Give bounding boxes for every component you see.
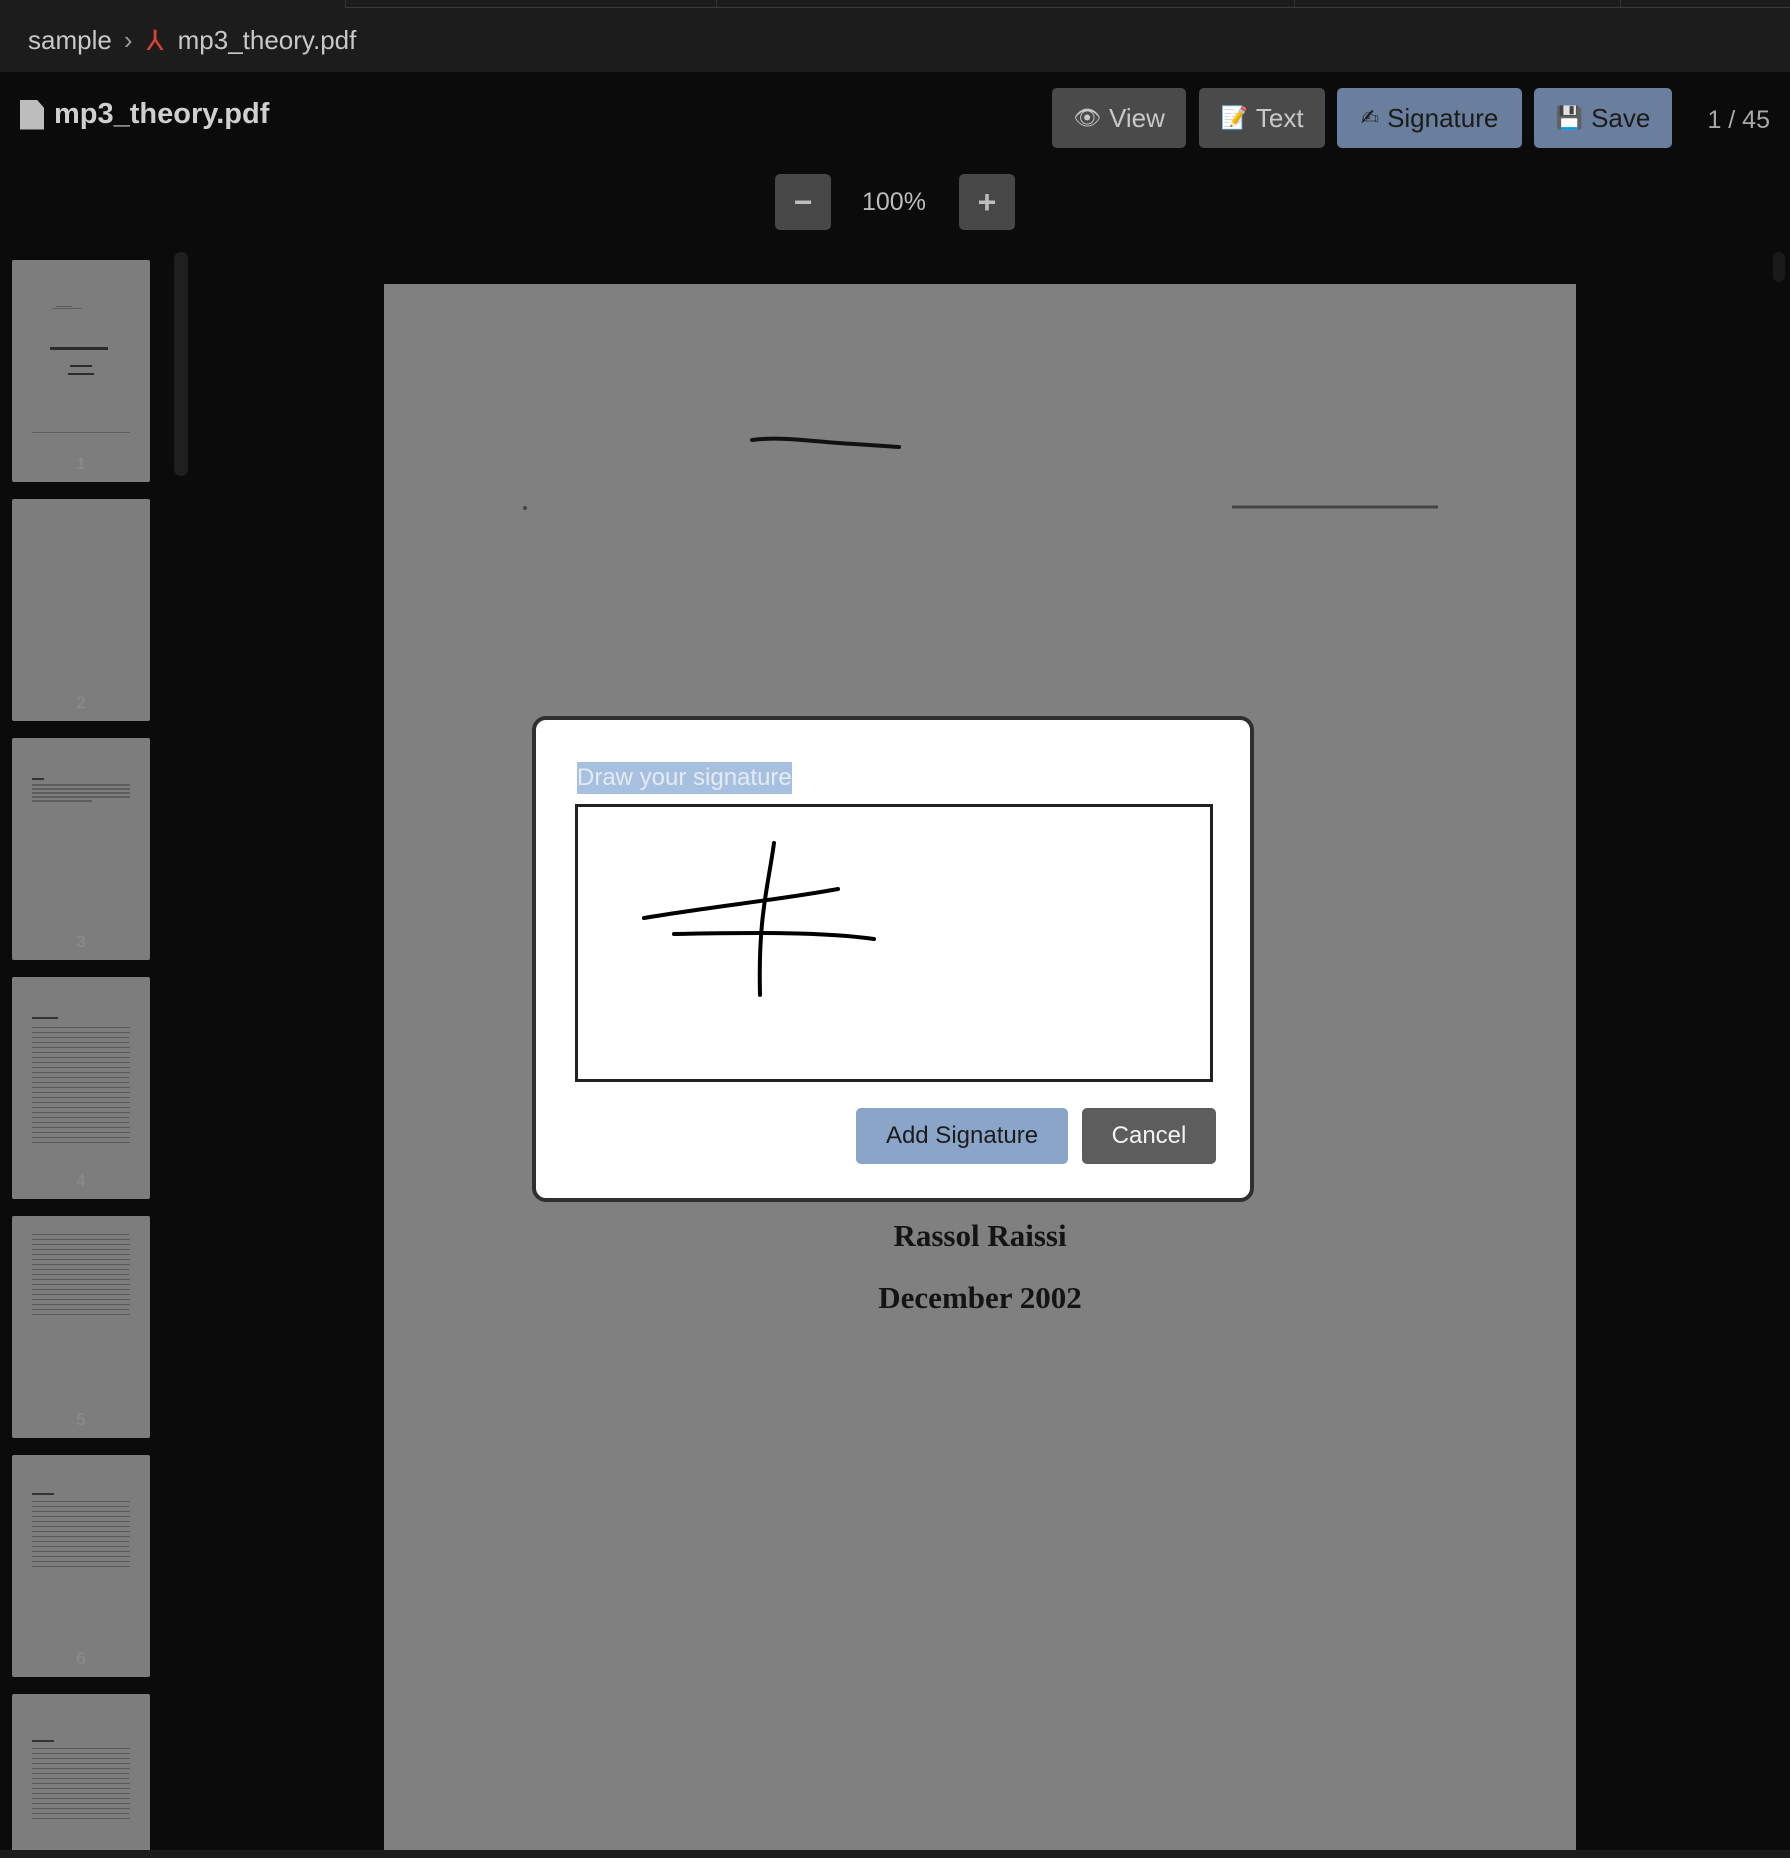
- thumb-text-line: [32, 1493, 54, 1495]
- add-signature-button[interactable]: Add Signature: [856, 1108, 1068, 1164]
- thumb-text-line: [32, 1740, 54, 1742]
- thumb-text-line: [32, 800, 92, 802]
- author-name: Rassol Raissi: [893, 1218, 1067, 1253]
- thumb-text-block: [32, 1501, 130, 1571]
- thumbnail-page-number: 6: [76, 1649, 86, 1668]
- thumb-text-line: [32, 778, 44, 780]
- page-thumbnail[interactable]: 1: [12, 260, 150, 482]
- floppy-disk-icon: 💾: [1555, 105, 1584, 130]
- thumb-text-line: [56, 306, 72, 307]
- viewer-toolbar: mp3_theory.pdf 👁 View 📝 Text ✍ Signature…: [0, 72, 1790, 234]
- thumb-text-line: [32, 796, 130, 798]
- text-button[interactable]: 📝 Text: [1199, 88, 1325, 148]
- thumbnail-page-number: 5: [76, 1410, 86, 1429]
- thumb-text-line: [32, 784, 130, 786]
- thumb-text-block: [32, 1748, 130, 1820]
- thumbnail-page-number: 4: [76, 1171, 86, 1190]
- zoom-controls: − 100% +: [0, 174, 1790, 230]
- document-title: mp3_theory.pdf: [20, 98, 269, 131]
- page-thumbnail[interactable]: 3: [12, 738, 150, 960]
- thumb-text-line: [32, 432, 130, 433]
- thumb-text-line: [32, 788, 130, 790]
- page-drawing-strokes: [523, 436, 1438, 510]
- thumb-text-line: [32, 792, 130, 794]
- text-button-label: Text: [1255, 102, 1304, 133]
- pdf-file-icon: ⅄: [146, 24, 164, 56]
- document-icon: [20, 99, 44, 130]
- thumbnail-page-number: 1: [76, 454, 86, 473]
- zoom-in-button[interactable]: +: [959, 174, 1015, 230]
- view-button-label: View: [1109, 102, 1165, 133]
- breadcrumb: sample › ⅄ mp3_theory.pdf: [0, 8, 1790, 72]
- document-title-text: mp3_theory.pdf: [54, 98, 270, 130]
- breadcrumb-file[interactable]: mp3_theory.pdf: [178, 25, 357, 56]
- zoom-out-button[interactable]: −: [775, 174, 831, 230]
- tab-strip: [0, 0, 1790, 8]
- chevron-right-icon: ›: [123, 24, 133, 55]
- viewer-scrollbar[interactable]: [1773, 252, 1785, 282]
- save-button[interactable]: 💾 Save: [1534, 88, 1672, 148]
- thumbnail-page-number: 3: [76, 932, 86, 951]
- thumb-text-block: [32, 1234, 130, 1318]
- signature-button[interactable]: ✍ Signature: [1337, 88, 1522, 148]
- signature-button-label: Signature: [1387, 102, 1499, 133]
- thumb-text-line: [70, 365, 92, 367]
- breadcrumb-root[interactable]: sample: [28, 25, 112, 56]
- page-thumbnail[interactable]: 4: [12, 977, 150, 1199]
- thumb-text-line: [52, 308, 82, 309]
- sidebar-scrollbar[interactable]: [174, 252, 188, 476]
- page-thumbnail[interactable]: [12, 1694, 150, 1858]
- document-date: December 2002: [878, 1280, 1082, 1315]
- thumb-text-line: [50, 347, 108, 350]
- page-thumbnail[interactable]: 2: [12, 499, 150, 721]
- page-indicator: 1 / 45: [1707, 106, 1770, 134]
- cancel-button[interactable]: Cancel: [1082, 1108, 1216, 1164]
- view-button[interactable]: 👁 View: [1052, 88, 1186, 148]
- signature-strokes: [642, 841, 876, 997]
- page-thumbnail[interactable]: 6: [12, 1455, 150, 1677]
- save-button-label: Save: [1591, 102, 1651, 133]
- signature-canvas[interactable]: [575, 804, 1213, 1082]
- signature-dialog: Draw your signature Add Signature Cancel: [532, 716, 1254, 1202]
- thumbnail-sidebar: 1 2 3 4 5 6: [0, 234, 170, 1858]
- dialog-title: Draw your signature: [577, 762, 792, 794]
- thumb-text-line: [68, 373, 94, 375]
- status-strip: [0, 1850, 1790, 1858]
- thumb-text-line: [32, 1017, 58, 1019]
- writing-hand-icon: ✍: [1360, 105, 1380, 130]
- memo-icon: 📝: [1220, 105, 1248, 130]
- page-thumbnail[interactable]: 5: [12, 1216, 150, 1438]
- eye-icon: 👁: [1073, 105, 1102, 130]
- thumb-text-block: [32, 1027, 130, 1143]
- thumbnail-page-number: 2: [76, 693, 86, 712]
- zoom-level: 100%: [862, 188, 926, 216]
